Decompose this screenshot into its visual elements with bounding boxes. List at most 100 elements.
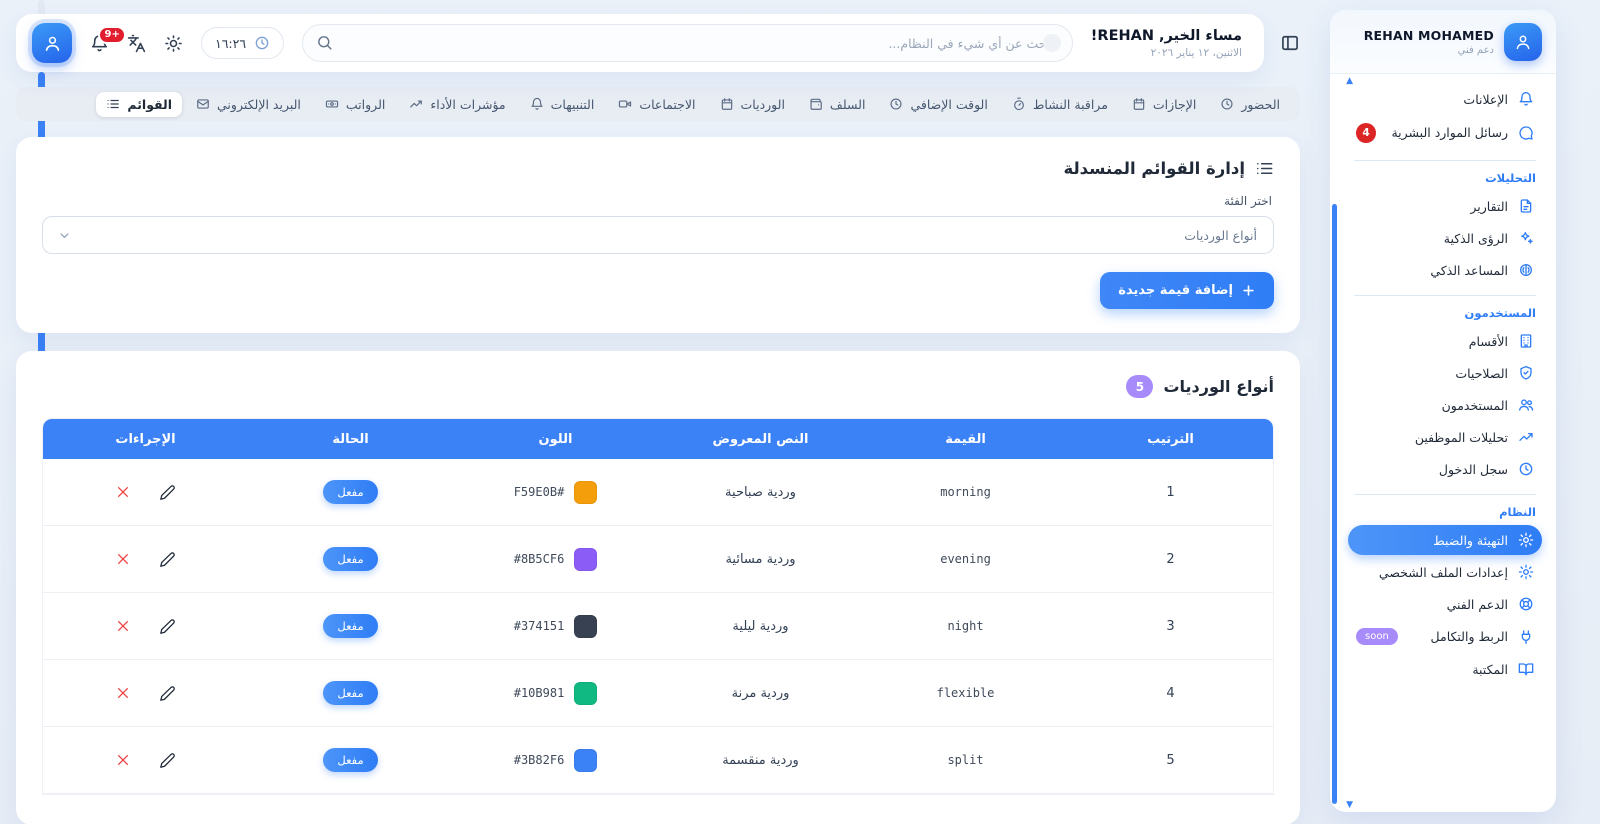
color-swatch xyxy=(574,481,597,504)
edit-button[interactable] xyxy=(159,484,176,501)
greeting-text: مساء الخير, REHAN! xyxy=(1091,28,1242,44)
add-value-button[interactable]: إضافة قيمة جديدة xyxy=(1100,272,1274,309)
sidebar-item-hr-messages[interactable]: رسائل الموارد البشرية 4 xyxy=(1348,116,1542,150)
tab-kpis[interactable]: مؤشرات الأداء xyxy=(399,92,515,117)
row-count-badge: 5 xyxy=(1126,375,1153,398)
notifications-badge: +9 xyxy=(98,26,126,44)
sidebar-item-ai-assistant[interactable]: المساعد الذكي xyxy=(1348,255,1542,285)
col-order: الترتيب xyxy=(1068,432,1273,447)
status-badge[interactable]: مفعل xyxy=(323,614,377,638)
sidebar-item-permissions[interactable]: الصلاحيات xyxy=(1348,358,1542,388)
delete-button[interactable] xyxy=(115,752,131,768)
cell-order: 4 xyxy=(1068,686,1273,701)
delete-button[interactable] xyxy=(115,551,131,567)
file-icon xyxy=(1518,198,1534,214)
sidebar-item-employee-analytics[interactable]: تحليلات الموظفين xyxy=(1348,422,1542,452)
sidebar-scrollbar-thumb[interactable] xyxy=(1332,204,1337,804)
sidebar-item-configuration-active[interactable]: التهيئة والضبط xyxy=(1348,525,1542,555)
building-icon xyxy=(1518,333,1534,349)
table-header: الترتيب القيمة النص المعروض اللون الحالة… xyxy=(43,419,1273,459)
tab-attendance[interactable]: الحضور xyxy=(1210,92,1290,117)
cell-display: وردية منقسمة xyxy=(658,753,863,768)
sidebar-item-reports[interactable]: التقارير xyxy=(1348,191,1542,221)
chat-icon xyxy=(1518,125,1534,141)
tab-leaves[interactable]: الإجازات xyxy=(1122,92,1206,117)
sidebar-item-smart-insights[interactable]: الرؤى الذكية xyxy=(1348,223,1542,253)
col-value: القيمة xyxy=(863,432,1068,447)
tab-payroll[interactable]: الرواتب xyxy=(315,92,395,117)
section-analytics: التحليلات xyxy=(1354,171,1536,185)
user-icon xyxy=(1514,33,1532,51)
time-widget[interactable]: ١٦:٢٦ xyxy=(201,27,284,59)
edit-button[interactable] xyxy=(159,752,176,769)
bell-icon xyxy=(1518,91,1534,107)
banknote-icon xyxy=(325,97,339,111)
global-search xyxy=(302,24,1073,62)
delete-button[interactable] xyxy=(115,685,131,701)
col-color: اللون xyxy=(453,432,658,447)
color-hex: #F59E0B xyxy=(514,485,565,499)
right-sidebar: REHAN MOHAMED دعم فني ▲ ▼ الإعلانات رسائ… xyxy=(1330,10,1556,812)
tab-alerts[interactable]: التنبيهات xyxy=(520,92,605,117)
cell-order: 5 xyxy=(1068,753,1273,768)
sidebar-item-profile-settings[interactable]: إعدادات الملف الشخصي xyxy=(1348,557,1542,587)
tab-lists-active[interactable]: القوائم xyxy=(96,92,182,117)
theme-toggle-button[interactable] xyxy=(164,34,183,53)
clock-icon xyxy=(889,97,903,111)
tab-overtime[interactable]: الوقت الإضافي xyxy=(879,92,997,117)
category-select[interactable]: أنواع الورديات xyxy=(42,216,1274,254)
sidebar-item-tech-support[interactable]: الدعم الفني xyxy=(1348,589,1542,619)
tab-meetings[interactable]: الاجتماعات xyxy=(608,92,705,117)
table-title: أنواع الورديات xyxy=(1163,377,1274,396)
delete-button[interactable] xyxy=(115,484,131,500)
sidebar-user-header[interactable]: REHAN MOHAMED دعم فني xyxy=(1330,10,1556,74)
edit-button[interactable] xyxy=(159,618,176,635)
clock-icon xyxy=(1220,97,1234,111)
table-title-row: أنواع الورديات 5 xyxy=(42,375,1274,398)
status-badge[interactable]: مفعل xyxy=(323,547,377,571)
sidebar-item-departments[interactable]: الأقسام xyxy=(1348,326,1542,356)
avatar[interactable] xyxy=(1504,23,1542,61)
status-badge[interactable]: مفعل xyxy=(323,480,377,504)
cell-value: morning xyxy=(863,485,1068,499)
sidebar-item-users[interactable]: المستخدمون xyxy=(1348,390,1542,420)
chevron-down-icon xyxy=(57,228,72,243)
sidebar-scroll-up-icon[interactable]: ▲ xyxy=(1346,76,1353,86)
language-button[interactable] xyxy=(127,34,146,53)
status-badge[interactable]: مفعل xyxy=(323,748,377,772)
gear-icon xyxy=(1518,564,1534,580)
cell-order: 1 xyxy=(1068,485,1273,500)
tab-email[interactable]: البريد الإلكتروني xyxy=(186,92,311,117)
shield-check-icon xyxy=(1518,365,1534,381)
tab-advances[interactable]: السلف xyxy=(799,92,876,117)
user-avatar-button[interactable] xyxy=(32,23,72,63)
sidebar-item-announcements[interactable]: الإعلانات xyxy=(1348,84,1542,114)
bell-icon xyxy=(530,97,544,111)
cell-display: وردية مرنة xyxy=(658,686,863,701)
notifications-button[interactable]: +9 xyxy=(90,34,109,53)
timer-icon xyxy=(1012,97,1026,111)
cell-order: 3 xyxy=(1068,619,1273,634)
time-value: ١٦:٢٦ xyxy=(215,36,246,51)
tab-shifts[interactable]: الورديات xyxy=(710,92,795,117)
sidebar-item-login-log[interactable]: سجل الدخول xyxy=(1348,454,1542,484)
sidebar-item-library[interactable]: المكتبة xyxy=(1348,654,1542,684)
edit-button[interactable] xyxy=(159,551,176,568)
sidebar-toggle-button[interactable] xyxy=(1280,33,1300,53)
tab-activity-monitoring[interactable]: مراقبة النشاط xyxy=(1002,92,1118,117)
sidebar-item-integrations[interactable]: الربط والتكامل soon xyxy=(1348,621,1542,652)
status-badge[interactable]: مفعل xyxy=(323,681,377,705)
main-area: مساء الخير, REHAN! الاثنين، ١٢ يناير ٢٠٢… xyxy=(16,0,1300,824)
cell-display: وردية مسائية xyxy=(658,552,863,567)
delete-button[interactable] xyxy=(115,618,131,634)
search-input[interactable] xyxy=(302,24,1073,62)
table-row: 1 morning وردية صباحية #F59E0B مفعل xyxy=(43,459,1273,526)
clock-icon xyxy=(254,35,270,51)
calendar-icon xyxy=(720,97,734,111)
category-select-value: أنواع الورديات xyxy=(1184,228,1257,243)
edit-button[interactable] xyxy=(159,685,176,702)
topbar-controls: ١٦:٢٦ +9 xyxy=(32,23,284,63)
trend-icon xyxy=(1518,429,1534,445)
sidebar-scroll-down-icon[interactable]: ▼ xyxy=(1346,800,1353,810)
cell-value: night xyxy=(863,619,1068,633)
